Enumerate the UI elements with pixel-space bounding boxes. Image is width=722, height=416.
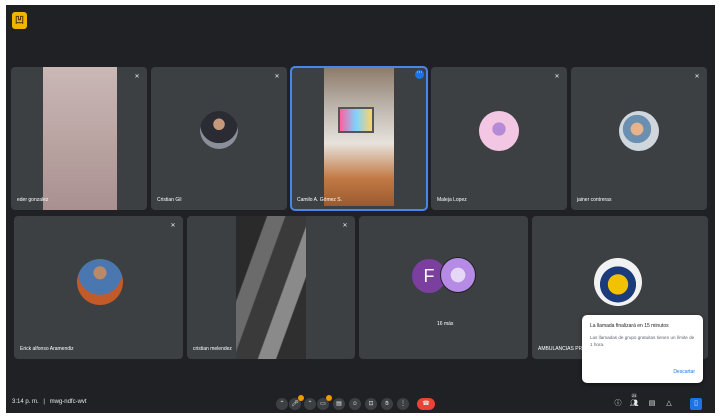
chat-icon[interactable]: ▤ (646, 398, 658, 410)
raise-hand-button[interactable]: ✋︎ (381, 398, 393, 410)
participant-tile-camilo[interactable]: ⋯ Camilo A. Gómez S. (290, 66, 428, 211)
more-participants-label: 16 más (437, 321, 454, 327)
participant-name: AMBULANCIAS PRO (538, 346, 587, 352)
mic-off-icon: ✕ (274, 74, 280, 80)
participant-tile-maleja[interactable]: ✕ Maleja Lopez (431, 67, 567, 210)
participant-tile-cristian-melendez[interactable]: ✕ cristian melendez (187, 216, 355, 359)
mic-icon[interactable]: 🎤︎ (289, 395, 304, 410)
mic-off-icon: ✕ (170, 223, 176, 229)
participant-name: eder gonzalez (17, 197, 49, 203)
popup-title: La llamada finalizará en 15 minutos (590, 323, 669, 329)
people-count: 24 (631, 393, 638, 398)
info-icon[interactable]: ⓘ (612, 398, 624, 410)
warning-badge (326, 395, 332, 401)
meeting-time: 3:14 p. m. (12, 399, 39, 405)
mic-off-icon: ✕ (554, 74, 560, 80)
app-logo: 凹 (12, 12, 27, 29)
activities-icon[interactable]: △ (663, 398, 675, 410)
participant-avatar (619, 111, 659, 151)
host-controls-icon[interactable]: ▯ (690, 398, 702, 410)
mic-off-icon: ✕ (342, 223, 348, 229)
participant-avatar (479, 111, 519, 151)
meet-window: 凹 ✕ eder gonzalez ✕ Cristian Gil ⋯ Camil… (6, 5, 715, 413)
mic-toggle-button[interactable]: ⌃ (276, 398, 288, 410)
more-options-button[interactable]: ⋮ (397, 398, 409, 410)
emoji-button[interactable]: ☺ (349, 398, 361, 410)
participant-video (236, 216, 306, 359)
participant-tile-erick[interactable]: ✕ Erick alfonso Aramendiz (14, 216, 183, 359)
participant-avatar (77, 259, 123, 305)
participant-name: Cristian Gil (157, 197, 182, 203)
present-button[interactable]: ⊡ (365, 398, 377, 410)
participant-video (43, 67, 117, 210)
participant-tile-eder[interactable]: ✕ eder gonzalez (11, 67, 147, 210)
meeting-info: 3:14 p. m. | mwg-ndfc-wvt (12, 399, 87, 405)
participant-name: jainer contreras (577, 197, 612, 203)
monitor-screen (338, 107, 374, 133)
meeting-code: mwg-ndfc-wvt (49, 399, 87, 405)
participant-name: Camilo A. Gómez S. (297, 197, 343, 203)
camera-icon[interactable]: ▭ (317, 395, 332, 410)
participant-avatar (594, 258, 642, 306)
participant-avatar (200, 111, 238, 149)
people-icon[interactable]: 👥︎ 24 (628, 393, 640, 410)
more-vert-icon[interactable]: ⋯ (415, 70, 424, 79)
camera-toggle-button[interactable]: ⌃ (304, 398, 316, 410)
participant-video (324, 67, 394, 206)
mic-off-icon: ✕ (134, 74, 140, 80)
participant-tile-jainer[interactable]: ✕ jainer contreras (571, 67, 707, 210)
participant-avatar-printer (440, 257, 476, 293)
separator: | (43, 399, 45, 405)
dismiss-button[interactable]: Descartar (673, 369, 695, 375)
participant-name: Erick alfonso Aramendiz (20, 346, 74, 352)
end-call-button[interactable]: ☎︎ (417, 398, 435, 410)
participant-tile-cristian-gil[interactable]: ✕ Cristian Gil (151, 67, 287, 210)
participant-tile-group[interactable]: F 16 más (359, 216, 528, 359)
popup-body: Las llamadas de grupo gratuitas tienen u… (590, 335, 695, 347)
captions-button[interactable]: ▤ (333, 398, 345, 410)
participant-name: Maleja Lopez (437, 197, 467, 203)
call-ending-popup: La llamada finalizará en 15 minutos Las … (582, 315, 703, 383)
meeting-controls-bar: 3:14 p. m. | mwg-ndfc-wvt ⌃ 🎤︎ ⌃ ▭ ▤ ☺ ⊡… (6, 393, 715, 413)
warning-badge (298, 395, 304, 401)
participant-name: cristian melendez (193, 346, 232, 352)
mic-off-icon: ✕ (694, 74, 700, 80)
